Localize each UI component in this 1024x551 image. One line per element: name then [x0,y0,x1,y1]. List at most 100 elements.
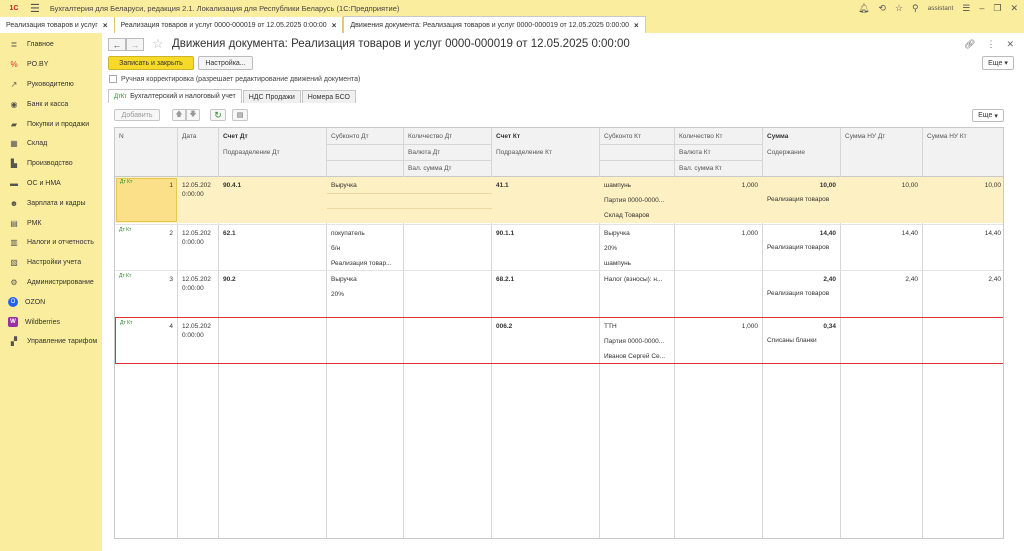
sidebar-item-poby[interactable]: % PO.BY [0,55,102,75]
header-account-dt[interactable]: Счет Дт [219,128,252,144]
title-bar-controls: 🔔︎ ⟲ ☆ ⚲ assistant ☰ – ❐ ✕ [858,0,1018,16]
tariff-icon: ▞ [10,337,18,347]
window-tab-sales-document[interactable]: Реализация товаров и услуг 0000-000019 о… [114,17,344,33]
subconto-dt-1: Выручка [331,181,357,189]
percent-icon: % [10,60,18,70]
navigation-buttons: ← → [108,38,144,51]
move-up-icon[interactable]: 🡅 [172,109,186,121]
manual-correction-label: Ручная корректировка (разрешает редактир… [121,75,361,83]
sidebar-item-rmk[interactable]: ▤ РМК [0,213,102,233]
sidebar-item-ozon[interactable]: O OZON [0,292,102,312]
register-icon: ▤ [10,218,18,228]
header-divider [327,160,491,161]
close-form-icon[interactable]: ✕ [1006,39,1014,50]
header-sum[interactable]: Сумма [763,128,792,144]
header-division-dt[interactable]: Подразделение Дт [219,144,284,160]
back-arrow-icon[interactable]: ← [108,38,126,51]
more-button[interactable]: Еще ▾ [982,56,1014,70]
sidebar-item-bank[interactable]: ◉ Банк и касса [0,94,102,114]
sidebar-item-taxes[interactable]: ▥ Налоги и отчетность [0,233,102,253]
grid-more-button[interactable]: Еще ▾ [972,109,1004,122]
maximize-icon[interactable]: ❐ [993,3,1001,14]
export-icon[interactable]: ▤ [232,109,248,121]
sidebar-item-salary[interactable]: ☻ Зарплата и кадры [0,193,102,213]
tab-label: Реализация товаров и услуг [6,21,98,29]
tab-accounting[interactable]: ДтКт Бухгалтерский и налоговый учет [108,89,242,103]
add-button[interactable]: Добавить [114,109,160,121]
table-row[interactable]: Дт Кт 1 12.05.202 0:00:00 90.4.1 Выручка… [115,177,1003,223]
header-division-kt[interactable]: Подразделение Кт [492,144,556,160]
header-divider [600,144,762,145]
document-tabs: ДтКт Бухгалтерский и налоговый учет НДС П… [108,89,357,103]
more-vertical-icon[interactable]: ⋮ [986,39,995,50]
window-tabs: Реализация товаров и услуг × Реализация т… [0,16,1024,33]
movements-table[interactable]: N Дата Счет Дт Подразделение Дт Субконто… [114,127,1004,539]
sidebar-item-accounting-settings[interactable]: ▧ Настройки учета [0,253,102,273]
favorite-star-icon[interactable]: ☆ [152,36,164,52]
minimize-icon[interactable]: – [979,3,984,13]
forward-arrow-icon[interactable]: → [126,38,144,51]
settings-button[interactable]: Настройка... [198,56,253,70]
header-sum-nu-dt[interactable]: Сумма НУ Дт [841,128,889,144]
app-title: Бухгалтерия для Беларуси, редакция 2.1. … [49,3,400,13]
header-cur-sum-kt[interactable]: Вал. сумма Кт [675,160,726,176]
sidebar-item-warehouse[interactable]: ▦ Склад [0,134,102,154]
move-down-icon[interactable]: 🡇 [186,109,200,121]
cell-divider [327,208,404,209]
close-tab-icon[interactable]: × [634,21,639,30]
sidebar-item-label: Главное [27,41,54,49]
ozon-icon: O [8,297,18,308]
factory-icon: ▙ [10,159,18,169]
header-qty-dt[interactable]: Количество Дт [404,128,456,144]
link-icon[interactable]: 🔗︎ [964,39,975,50]
window-tab-sales-list[interactable]: Реализация товаров и услуг × [0,17,115,33]
header-qty-kt[interactable]: Количество Кт [675,128,726,144]
close-icon[interactable]: ✕ [1010,3,1018,14]
sidebar-item-manager[interactable]: ↗ Руководителю [0,75,102,95]
tab-bso-numbers[interactable]: Номера БСО [301,90,356,103]
close-tab-icon[interactable]: × [103,21,108,30]
refresh-icon[interactable]: ↻ [210,109,226,121]
window-tab-movements[interactable]: Движения документа: Реализация товаров и… [343,16,646,33]
star-icon[interactable]: ☆ [895,3,903,14]
settings-menu-icon[interactable]: ☰ [962,3,970,14]
window-controls: 🔗︎ ⋮ ✕ [964,39,1014,50]
header-n[interactable]: N [115,128,128,144]
search-icon[interactable]: ⚲ [912,3,919,14]
table-row[interactable]: Дт Кт 2 12.05.202 0:00:00 62.1 покупател… [115,224,1003,270]
header-subconto-kt[interactable]: Субконто Кт [600,128,645,144]
header-date[interactable]: Дата [178,128,200,144]
subconto-kt-2: 20% [604,244,618,252]
sum-nu-dt: 14,40 [901,229,918,237]
save-and-close-button[interactable]: Записать и закрыть [108,56,194,70]
header-currency-kt[interactable]: Валюта Кт [675,144,715,160]
header-subconto-dt[interactable]: Субконто Дт [327,128,373,144]
sidebar-item-wildberries[interactable]: W Wildberries [0,312,102,332]
header-currency-dt[interactable]: Валюта Дт [404,144,444,160]
sidebar-item-label: Администрирование [27,278,94,286]
main-menu-icon[interactable]: ☰ [30,2,40,15]
header-content[interactable]: Содержание [763,144,809,160]
table-row[interactable]: Дт Кт 3 12.05.202 0:00:00 90.2 Выручка 2… [115,270,1003,316]
header-cur-sum-dt[interactable]: Вал. сумма Дт [404,160,456,176]
qty-kt: 1,000 [741,181,758,189]
truck-icon: ▬ [10,178,18,188]
sidebar-item-main[interactable]: ≣ Главное [0,35,102,55]
header-account-kt[interactable]: Счет Кт [492,128,524,144]
tab-vat-sales[interactable]: НДС Продажи [242,90,301,103]
subconto-kt-1: шампунь [604,181,632,189]
sidebar-item-admin[interactable]: ⚙ Администрирование [0,273,102,293]
sidebar-item-assets[interactable]: ▬ ОС и НМА [0,174,102,194]
table-header: N Дата Счет Дт Подразделение Дт Субконто… [115,128,1003,177]
row-time: 0:00:00 [182,190,204,198]
header-sum-nu-kt[interactable]: Сумма НУ Кт [923,128,971,144]
close-tab-icon[interactable]: × [332,21,337,30]
manual-correction-checkbox[interactable] [109,75,117,83]
history-icon[interactable]: ⟲ [878,3,886,14]
bell-icon[interactable]: 🔔︎ [858,3,869,14]
sidebar-item-production[interactable]: ▙ Производство [0,154,102,174]
user-name[interactable]: assistant [928,5,954,12]
table-row-highlighted[interactable]: Дт Кт 4 12.05.202 0:00:00 006.2 ТТН Парт… [115,317,1003,364]
sidebar-item-tariff[interactable]: ▞ Управление тарифом [0,332,102,352]
sidebar-item-purchases[interactable]: ▰ Покупки и продажи [0,114,102,134]
